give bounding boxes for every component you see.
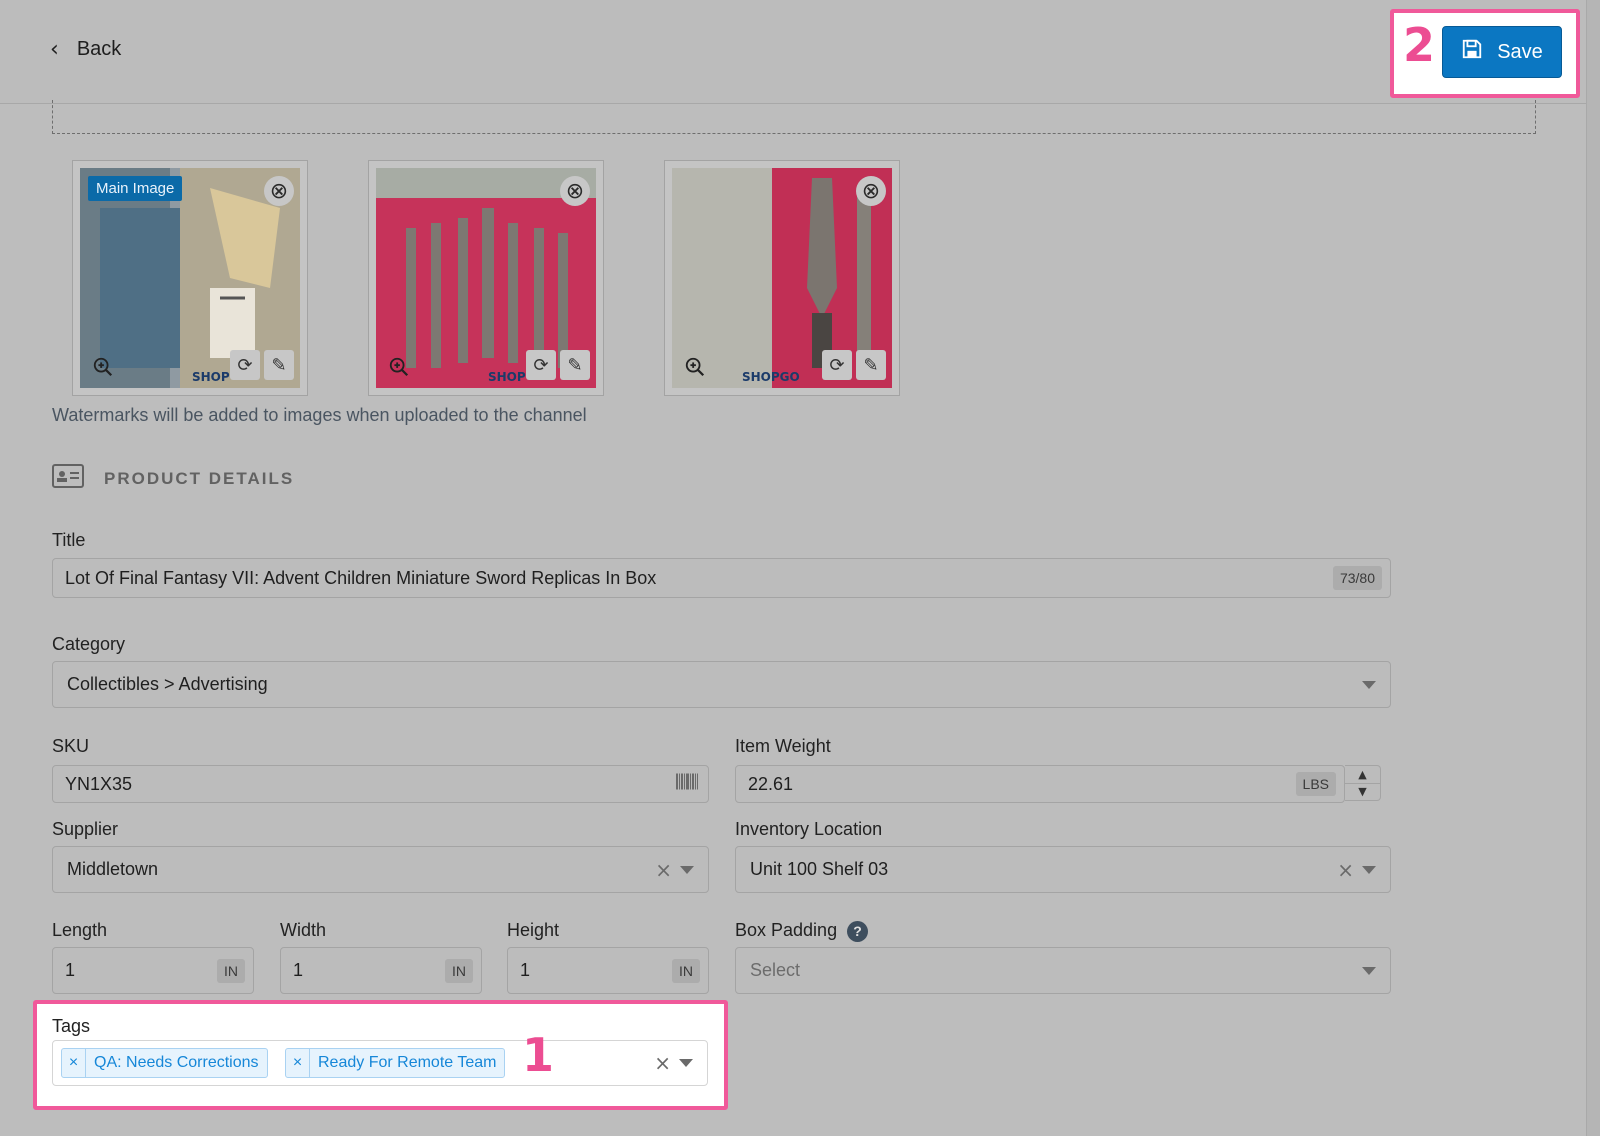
sku-label: SKU [52, 736, 90, 756]
width-label: Width [280, 920, 327, 940]
top-bar: ‹ Back [0, 0, 1586, 104]
save-callout-number: 2 [1403, 18, 1436, 72]
tag-label: Ready For Remote Team [318, 1054, 497, 1071]
sku-value: YN1X35 [65, 773, 133, 794]
chevron-down-icon [680, 865, 694, 874]
weight-unit: LBS [1295, 772, 1336, 796]
title-value: Lot Of Final Fantasy VII: Advent Childre… [65, 567, 657, 588]
box-padding-label-text: Box Padding [735, 920, 838, 940]
image-dropzone[interactable] [52, 100, 1536, 134]
supplier-select[interactable]: Middletown × [52, 846, 709, 893]
category-label: Category [52, 634, 126, 654]
rotate-icon[interactable]: ⟳ [822, 350, 852, 380]
product-details-heading: PRODUCT DETAILS [52, 464, 294, 493]
help-icon[interactable]: ? [847, 920, 869, 942]
rotate-icon[interactable]: ⟳ [526, 350, 556, 380]
chevron-down-icon [1362, 865, 1376, 874]
weight-label: Item Weight [735, 736, 831, 756]
zoom-in-icon[interactable] [384, 352, 414, 382]
tag-label: QA: Needs Corrections [94, 1054, 259, 1071]
tags-input[interactable]: × QA: Needs Corrections × Ready For Remo… [52, 1040, 708, 1086]
main-image-badge: Main Image [88, 176, 183, 201]
save-label: Save [1497, 40, 1543, 63]
remove-image-icon[interactable]: ⊗ [560, 176, 590, 206]
width-value: 1 [293, 960, 304, 980]
box-padding-placeholder: Select [750, 960, 801, 980]
save-button[interactable]: Save [1442, 26, 1562, 78]
remove-tag-icon[interactable]: × [286, 1049, 310, 1077]
chevron-down-icon [1362, 966, 1376, 975]
tags-label: Tags [52, 1016, 91, 1036]
product-image: ⊗ SHOP ⟳ ✎ [376, 168, 596, 388]
pencil-icon[interactable]: ✎ [856, 350, 886, 380]
watermark-text: SHOPGO [742, 370, 800, 384]
tag-chip[interactable]: × Ready For Remote Team [285, 1048, 506, 1078]
floppy-disk-icon [1461, 38, 1483, 66]
height-unit: IN [672, 958, 700, 983]
supplier-value: Middletown [67, 859, 159, 879]
chevron-left-icon: ‹ [50, 36, 59, 62]
location-select[interactable]: Unit 100 Shelf 03 × [735, 846, 1391, 893]
rotate-icon[interactable]: ⟳ [230, 350, 260, 380]
supplier-label: Supplier [52, 819, 119, 839]
watermark-text: SHOP [192, 370, 230, 384]
back-label: Back [76, 38, 122, 60]
image-thumbnail[interactable]: ⊗ SHOPGO ⟳ ✎ [664, 160, 900, 396]
zoom-in-icon[interactable] [680, 352, 710, 382]
tags-callout-number: 1 [522, 1028, 555, 1082]
box-padding-label: Box Padding? [735, 920, 869, 942]
section-title: PRODUCT DETAILS [104, 468, 295, 488]
image-thumbnail[interactable]: ⊗ SHOP ⟳ ✎ [368, 160, 604, 396]
product-image: Main Image ⊗ SHOP ⟳ ✎ [80, 168, 300, 388]
title-char-count: 73/80 [1332, 566, 1382, 590]
page-scrollbar[interactable] [1586, 0, 1600, 1136]
chevron-down-icon [679, 1059, 693, 1067]
height-value: 1 [520, 960, 531, 980]
box-padding-select[interactable]: Select [735, 947, 1391, 994]
width-input[interactable]: 1 IN [280, 947, 482, 994]
width-unit: IN [445, 958, 473, 983]
category-value: Collectibles > Advertising [67, 674, 268, 694]
barcode-icon[interactable] [676, 773, 698, 795]
location-value: Unit 100 Shelf 03 [750, 859, 889, 879]
weight-stepper[interactable]: ▲ ▼ [1345, 765, 1381, 801]
remove-image-icon[interactable]: ⊗ [856, 176, 886, 206]
weight-input[interactable]: 22.61 LBS [735, 765, 1345, 803]
chevron-down-icon[interactable]: ▼ [1345, 784, 1380, 801]
remove-image-icon[interactable]: ⊗ [264, 176, 294, 206]
image-thumbnail[interactable]: Main Image ⊗ SHOP ⟳ ✎ [72, 160, 308, 396]
sku-input[interactable]: YN1X35 [52, 765, 709, 803]
id-card-icon [52, 464, 84, 493]
pencil-icon[interactable]: ✎ [264, 350, 294, 380]
tag-chip[interactable]: × QA: Needs Corrections [61, 1048, 268, 1078]
product-image: ⊗ SHOPGO ⟳ ✎ [672, 168, 892, 388]
length-unit: IN [217, 958, 245, 983]
back-button[interactable]: ‹ Back [50, 38, 121, 61]
title-label: Title [52, 530, 86, 550]
watermark-text: SHOP [488, 370, 526, 384]
category-select[interactable]: Collectibles > Advertising [52, 661, 1391, 708]
location-label: Inventory Location [735, 819, 883, 839]
length-value: 1 [65, 960, 76, 980]
chevron-up-icon[interactable]: ▲ [1345, 766, 1380, 784]
title-input[interactable]: Lot Of Final Fantasy VII: Advent Childre… [52, 558, 1391, 598]
watermark-note: Watermarks will be added to images when … [52, 405, 587, 425]
weight-value: 22.61 [748, 773, 794, 794]
remove-tag-icon[interactable]: × [62, 1049, 86, 1077]
clear-icon[interactable]: × [654, 1051, 671, 1075]
pencil-icon[interactable]: ✎ [560, 350, 590, 380]
chevron-down-icon [1362, 680, 1376, 689]
length-input[interactable]: 1 IN [52, 947, 254, 994]
height-input[interactable]: 1 IN [507, 947, 709, 994]
length-label: Length [52, 920, 108, 940]
clear-icon[interactable]: × [1337, 858, 1354, 882]
clear-icon[interactable]: × [655, 858, 672, 882]
height-label: Height [507, 920, 560, 940]
zoom-in-icon[interactable] [88, 352, 118, 382]
